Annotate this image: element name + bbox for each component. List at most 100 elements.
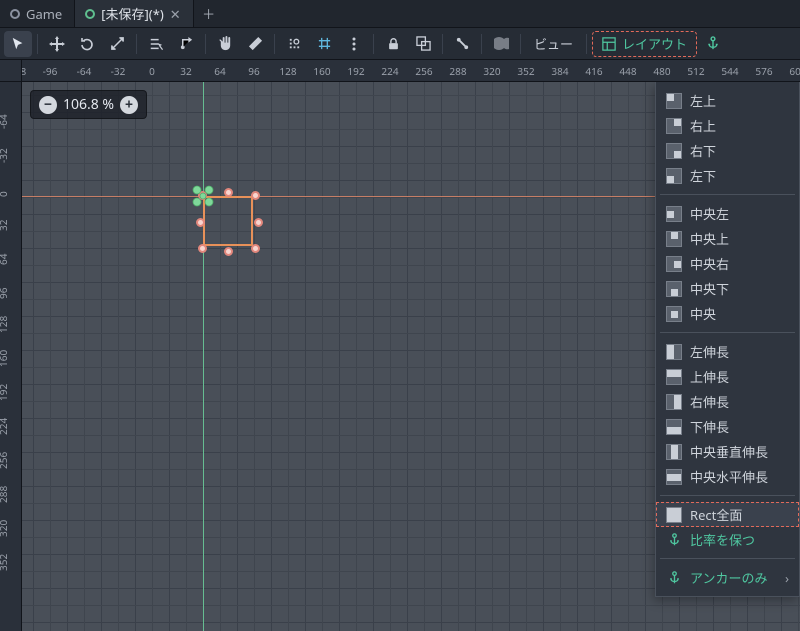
layout-option[interactable]: 中央右 [656,251,799,276]
view-menu-label: ビュー [534,34,573,53]
list-select-tool[interactable] [142,31,170,57]
scene-tab-label: [未保存](*) [101,4,164,23]
layout-anchor-only[interactable]: アンカーのみ › [656,565,799,590]
zoom-indicator: − 106.8 % + [30,90,147,119]
ruler-tick: 320 [483,64,500,78]
separator [373,34,374,54]
layout-option[interactable]: 左下 [656,163,799,188]
resize-handle[interactable] [224,188,233,197]
layout-option[interactable]: 中央垂直伸長 [656,439,799,464]
ruler-tick: 224 [381,64,398,78]
group-toggle[interactable] [409,31,437,57]
pivot-tool[interactable] [172,31,200,57]
layout-keep-ratio[interactable]: 比率を保つ [656,527,799,552]
layout-menu-button[interactable]: レイアウト [592,31,697,57]
resize-handle[interactable] [196,218,205,227]
layout-option[interactable]: 中央上 [656,226,799,251]
snap-options[interactable] [340,31,368,57]
layout-preview-icon [666,394,682,410]
layout-option-label: 比率を保つ [690,530,755,549]
layout-option-label: 右下 [690,141,716,160]
layout-option[interactable]: 右伸長 [656,389,799,414]
zoom-in-button[interactable]: + [120,96,138,114]
ruler-tick: 0 [149,64,155,78]
ruler-vertical[interactable]: -64-320326496128160192224256288320352 [0,82,22,631]
layout-option[interactable]: 中央下 [656,276,799,301]
zoom-value: 106.8 % [63,95,114,114]
ruler-corner [0,60,22,82]
layout-option-label: 右上 [690,116,716,135]
lock-toggle[interactable] [379,31,407,57]
layout-option[interactable]: 右上 [656,113,799,138]
scene-tab-unsaved[interactable]: [未保存](*) ✕ [75,0,193,27]
ruler-tick: -64 [0,114,10,129]
layout-option[interactable]: 下伸長 [656,414,799,439]
layout-preview-icon [666,369,682,385]
layout-option[interactable]: 中央左 [656,201,799,226]
ruler-tick: 352 [517,64,534,78]
resize-handle[interactable] [224,247,233,256]
override-camera[interactable] [487,31,515,57]
layout-option-label: 右伸長 [690,392,729,411]
ruler-tick: -128 [22,64,26,78]
layout-option-label: 中央左 [690,204,729,223]
resize-handle[interactable] [254,218,263,227]
resize-handle[interactable] [198,244,207,253]
layout-option-label: 下伸長 [690,417,729,436]
layout-option[interactable]: 左上 [656,88,799,113]
layout-option-label: Rect全面 [690,505,742,524]
ruler-tick: 384 [551,64,568,78]
ruler-tick: 544 [721,64,738,78]
layout-preview-icon [666,344,682,360]
separator [37,34,38,54]
ruler-tick: 0 [0,191,10,197]
layout-option[interactable]: 中央 [656,301,799,326]
layout-option-label: 中央上 [690,229,729,248]
ruler-tick: 608 [789,64,800,78]
ruler-tick: 288 [0,486,10,503]
layout-option[interactable]: 上伸長 [656,364,799,389]
layout-option-label: 中央水平伸長 [690,467,768,486]
grid-snap-toggle[interactable] [310,31,338,57]
ruler-tick: 32 [0,220,10,231]
rotate-tool[interactable] [73,31,101,57]
ruler-tick: 256 [415,64,432,78]
layout-option[interactable]: 右下 [656,138,799,163]
pan-tool[interactable] [211,31,239,57]
layout-option-label: 左伸長 [690,342,729,361]
layout-option-label: 中央下 [690,279,729,298]
layout-option[interactable]: 左伸長 [656,339,799,364]
scale-tool[interactable] [103,31,131,57]
canvas-viewport[interactable]: − 106.8 % + 左上右上右下左下中央左中央上中央右中央下中央左伸長上伸長… [22,82,800,631]
ruler-tick: 32 [180,64,191,78]
add-scene-button[interactable]: ＋ [194,0,224,27]
ruler-horizontal[interactable]: -128-96-64-32032649612816019222425628832… [22,60,800,82]
ruler-tick: -32 [0,148,10,163]
view-menu[interactable]: ビュー [526,31,581,57]
anchor-handle[interactable] [191,184,215,208]
layout-option-label: 左上 [690,91,716,110]
ruler-tool[interactable] [241,31,269,57]
ruler-tick: 160 [0,350,10,367]
anchor-mode-icon[interactable] [699,31,727,57]
select-tool[interactable] [4,31,32,57]
ruler-tick: 288 [449,64,466,78]
zoom-out-button[interactable]: − [39,96,57,114]
separator [586,34,587,54]
close-icon[interactable]: ✕ [170,5,181,23]
layout-preview-icon [666,281,682,297]
layout-option[interactable]: 中央水平伸長 [656,464,799,489]
ruler-tick: 192 [0,384,10,401]
layout-preview-icon [666,231,682,247]
separator [520,34,521,54]
resize-handle[interactable] [251,191,260,200]
layout-option-label: 中央垂直伸長 [690,442,768,461]
resize-handle[interactable] [251,244,260,253]
chevron-right-icon: › [785,569,789,587]
skeleton-tool[interactable] [448,31,476,57]
layout-option-label: アンカーのみ [690,568,767,587]
move-tool[interactable] [43,31,71,57]
layout-option[interactable]: Rect全面 [656,502,799,527]
scene-tab-game[interactable]: Game [0,0,75,27]
smart-snap-toggle[interactable] [280,31,308,57]
